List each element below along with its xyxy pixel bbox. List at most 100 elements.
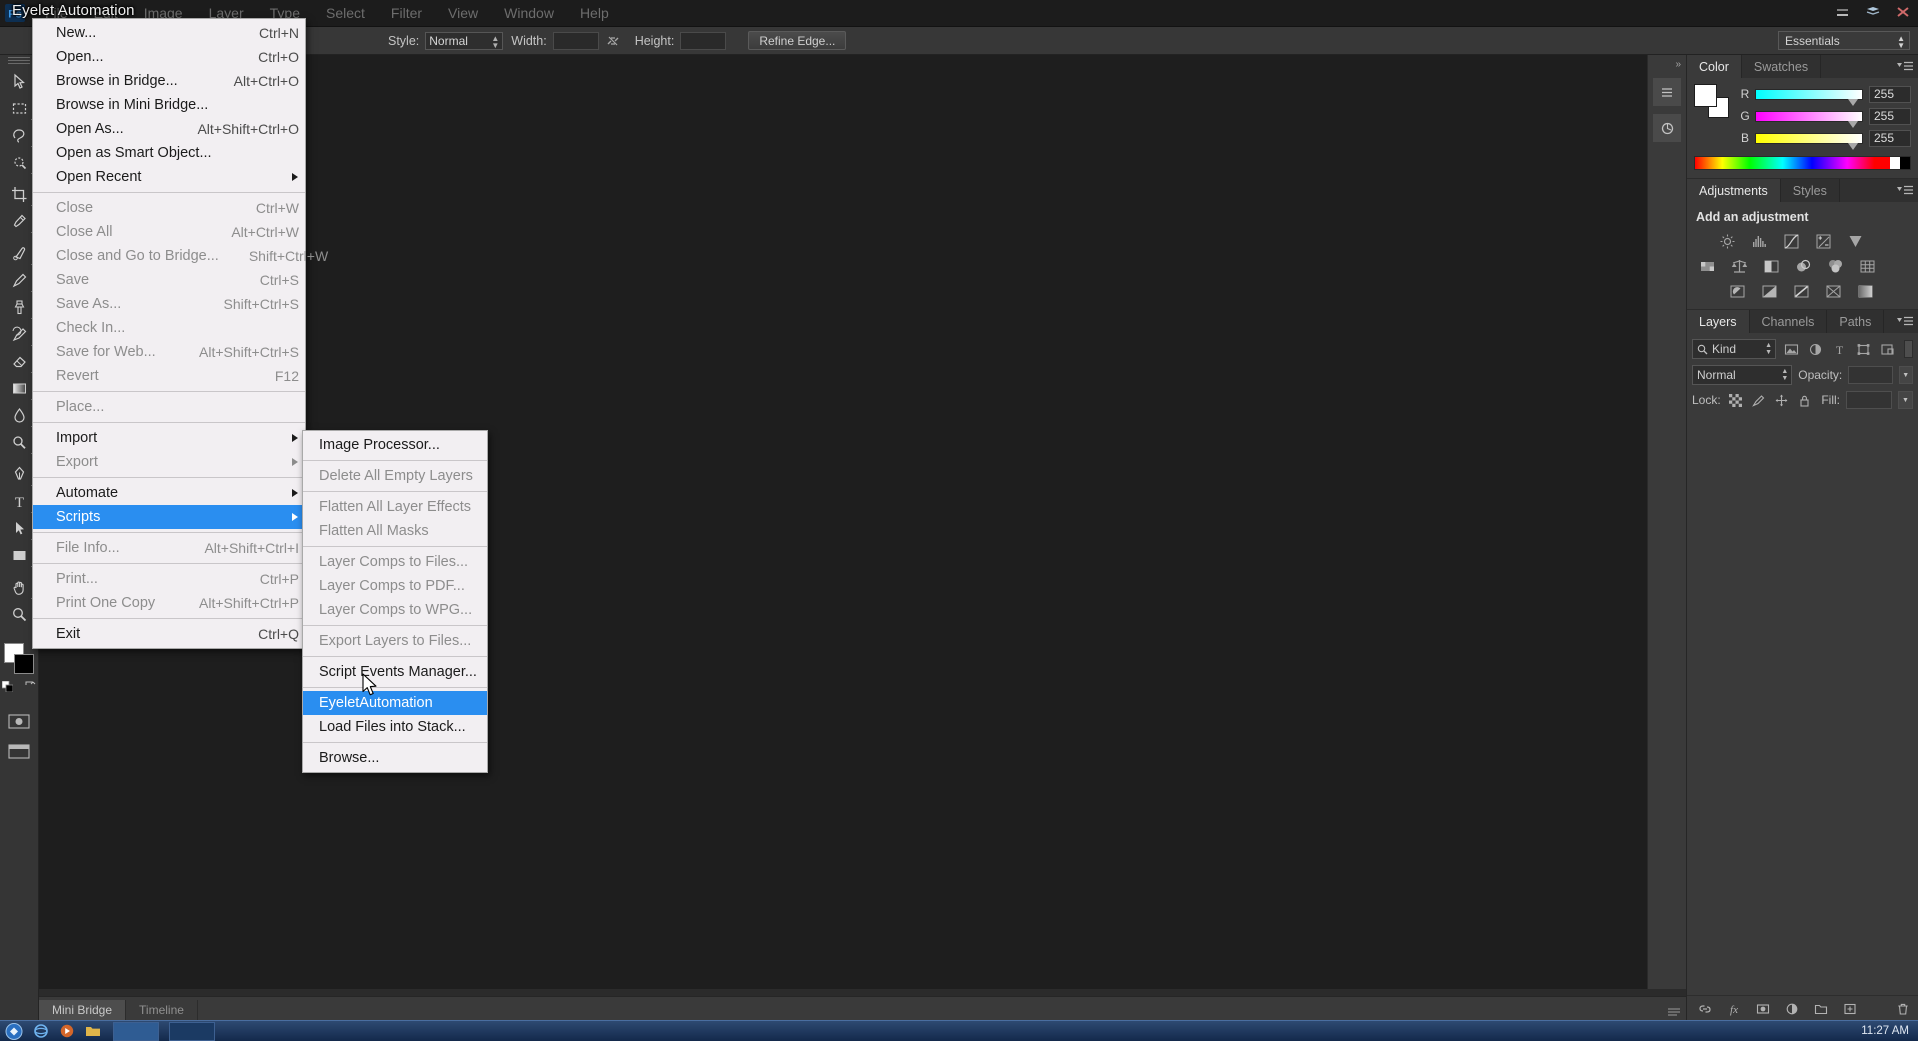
tab-styles[interactable]: Styles — [1780, 179, 1840, 202]
black-white-icon[interactable] — [1760, 256, 1782, 276]
menubar-item-view[interactable]: View — [435, 0, 491, 27]
channel-slider-r[interactable] — [1755, 88, 1863, 106]
channel-mixer-icon[interactable] — [1824, 256, 1846, 276]
menubar-item-select[interactable]: Select — [313, 0, 378, 27]
menu-item-scripts[interactable]: Scripts — [33, 505, 305, 529]
panel-menu-icon[interactable] — [1897, 179, 1918, 202]
channel-value-r[interactable]: 255 — [1869, 85, 1911, 103]
tab-channels[interactable]: Channels — [1749, 310, 1828, 333]
menu-item-eyelet-automation[interactable]: EyeletAutomation — [303, 691, 487, 715]
toolbar-grip[interactable] — [8, 57, 30, 65]
menu-item-browse[interactable]: Browse... — [303, 746, 487, 770]
menu-item-delete-all-empty-layers[interactable]: Delete All Empty Layers — [303, 464, 487, 488]
shape-filter-icon[interactable] — [1854, 340, 1872, 358]
menu-item-place[interactable]: Place... — [33, 395, 305, 419]
panel-menu-icon[interactable] — [1897, 55, 1918, 78]
menu-item-open-recent[interactable]: Open Recent — [33, 165, 305, 189]
tab-mini-bridge[interactable]: Mini Bridge — [39, 1000, 127, 1021]
link-dimensions-icon[interactable] — [605, 33, 621, 49]
history-panel-icon[interactable] — [1652, 77, 1682, 107]
slider-thumb-icon[interactable] — [1848, 142, 1858, 150]
selective-color-icon[interactable] — [1822, 281, 1844, 301]
lock-position-icon[interactable] — [1773, 392, 1790, 409]
background-color-swatch[interactable] — [14, 654, 34, 674]
color-balance-icon[interactable] — [1728, 256, 1750, 276]
close-icon[interactable] — [1894, 4, 1912, 20]
curves-icon[interactable] — [1780, 231, 1802, 251]
refine-edge-button[interactable]: Refine Edge... — [748, 31, 847, 50]
folder-icon[interactable] — [83, 1022, 103, 1040]
menu-item-load-files-into-stack[interactable]: Load Files into Stack... — [303, 715, 487, 739]
width-input[interactable] — [552, 31, 599, 50]
layers-list[interactable] — [1687, 419, 1918, 995]
menu-item-check-in[interactable]: Check In... — [33, 316, 305, 340]
menu-item-open-as[interactable]: Open As... Alt+Shift+Ctrl+O — [33, 117, 305, 141]
color-swatches[interactable] — [2, 643, 36, 677]
menu-item-save-for-web[interactable]: Save for Web... Alt+Shift+Ctrl+S — [33, 340, 305, 364]
color-panel-foreground-swatch[interactable] — [1694, 84, 1717, 107]
menu-item-save[interactable]: Save Ctrl+S — [33, 268, 305, 292]
menu-item-script-events-manager[interactable]: Script Events Manager... — [303, 660, 487, 684]
menu-item-flatten-all-masks[interactable]: Flatten All Masks — [303, 519, 487, 543]
levels-icon[interactable] — [1748, 231, 1770, 251]
tab-adjustments[interactable]: Adjustments — [1687, 179, 1781, 202]
internet-explorer-icon[interactable] — [31, 1022, 51, 1040]
link-layers-icon[interactable] — [1697, 1001, 1712, 1016]
panel-menu-icon[interactable] — [1897, 310, 1918, 333]
threshold-icon[interactable] — [1758, 281, 1780, 301]
layer-mask-icon[interactable] — [1755, 1001, 1770, 1016]
menu-item-save-as[interactable]: Save As... Shift+Ctrl+S — [33, 292, 305, 316]
file-menu[interactable]: New... Ctrl+N Open... Ctrl+O Browse in Bri… — [32, 18, 328, 649]
fill-input[interactable] — [1846, 391, 1892, 409]
brightness-contrast-icon[interactable] — [1716, 231, 1738, 251]
posterize-icon[interactable] — [1856, 256, 1878, 276]
gradient-map-icon[interactable] — [1790, 281, 1812, 301]
restore-icon[interactable] — [1864, 4, 1882, 20]
fill-dropdown-icon[interactable]: ▼ — [1898, 391, 1913, 409]
taskbar-clock[interactable]: 11:27 AM — [1861, 1025, 1909, 1037]
slider-thumb-icon[interactable] — [1848, 120, 1858, 128]
blend-mode-select[interactable]: Normal ▲ ▼ — [1692, 365, 1793, 385]
menu-item-export[interactable]: Export — [33, 450, 305, 474]
menu-item-open-as-smart-object[interactable]: Open as Smart Object... — [33, 141, 305, 165]
white-swatch[interactable] — [1890, 157, 1900, 169]
menu-item-file-info[interactable]: File Info... Alt+Shift+Ctrl+I — [33, 536, 305, 560]
new-group-icon[interactable] — [1813, 1001, 1828, 1016]
menu-item-close-all[interactable]: Close All Alt+Ctrl+W — [33, 220, 305, 244]
menu-item-layer-comps-to-pdf[interactable]: Layer Comps to PDF... — [303, 574, 487, 598]
lock-image-pixels-icon[interactable] — [1750, 392, 1767, 409]
menu-item-print-one-copy[interactable]: Print One Copy Alt+Shift+Ctrl+P — [33, 591, 305, 615]
color-spectrum-ramp[interactable] — [1694, 156, 1911, 170]
type-filter-icon[interactable]: T — [1830, 340, 1848, 358]
channel-value-g[interactable]: 255 — [1869, 107, 1911, 125]
menu-item-layer-comps-to-files[interactable]: Layer Comps to Files... — [303, 550, 487, 574]
smart-object-filter-icon[interactable] — [1878, 340, 1896, 358]
tab-color[interactable]: Color — [1687, 55, 1742, 78]
screen-mode-icon[interactable] — [8, 743, 30, 765]
layer-kind-filter[interactable]: Kind ▲ ▼ — [1692, 339, 1776, 359]
menu-item-browse-in-mini-bridge[interactable]: Browse in Mini Bridge... — [33, 93, 305, 117]
scripts-submenu[interactable]: Image Processor... Delete All Empty Laye… — [302, 430, 488, 773]
filter-toggle-switch[interactable] — [1904, 340, 1913, 358]
channel-value-b[interactable]: 255 — [1869, 129, 1911, 147]
delete-layer-icon[interactable] — [1895, 1001, 1910, 1016]
menu-item-import[interactable]: Import — [33, 426, 305, 450]
menu-item-open[interactable]: Open... Ctrl+O — [33, 45, 305, 69]
menu-item-print[interactable]: Print... Ctrl+P — [33, 567, 305, 591]
vibrance-icon[interactable] — [1844, 231, 1866, 251]
channel-slider-b[interactable] — [1755, 132, 1863, 150]
slider-thumb-icon[interactable] — [1848, 98, 1858, 106]
tab-timeline[interactable]: Timeline — [126, 1000, 198, 1021]
properties-panel-icon[interactable] — [1652, 113, 1682, 143]
adjustment-filter-icon[interactable] — [1806, 340, 1824, 358]
menu-item-revert[interactable]: Revert F12 — [33, 364, 305, 388]
menubar-item-window[interactable]: Window — [491, 0, 567, 27]
start-button-icon[interactable] — [3, 1022, 25, 1041]
media-player-icon[interactable] — [57, 1022, 77, 1040]
exposure-icon[interactable] — [1812, 231, 1834, 251]
layer-style-icon[interactable]: fx — [1726, 1001, 1741, 1016]
menu-item-layer-comps-to-wpg[interactable]: Layer Comps to WPG... — [303, 598, 487, 622]
menu-item-browse-in-bridge[interactable]: Browse in Bridge... Alt+Ctrl+O — [33, 69, 305, 93]
menu-item-exit[interactable]: Exit Ctrl+Q — [33, 622, 305, 646]
color-panel-swatches[interactable] — [1694, 84, 1734, 118]
